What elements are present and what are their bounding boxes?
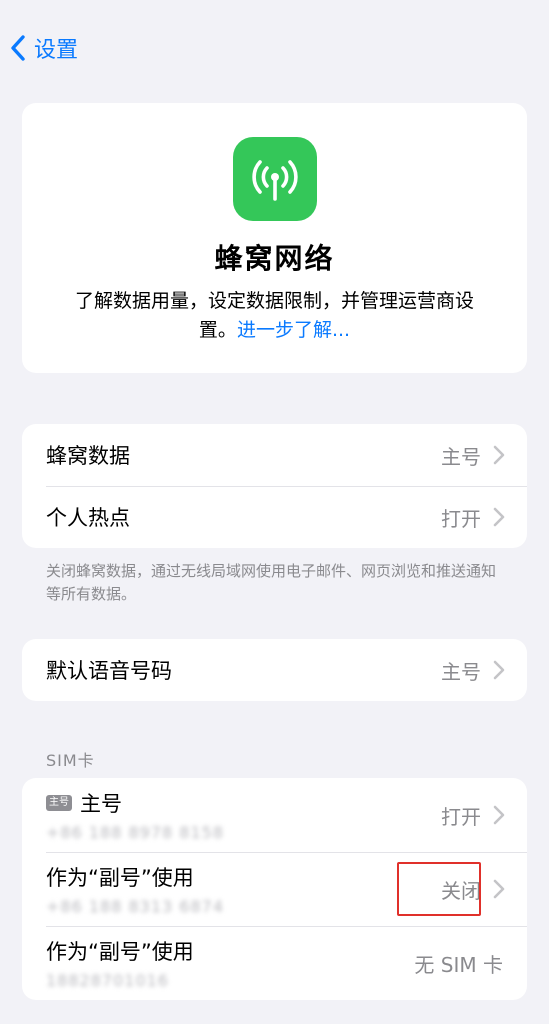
sim-text: 主号 主号 +86 188 8978 8158: [46, 788, 441, 842]
sim-text: 作为“副号”使用 18828701016: [46, 936, 414, 990]
row-value: 打开: [441, 506, 481, 531]
row-value: 主号: [441, 659, 481, 684]
sim-title-label: 作为“副号”使用: [46, 866, 194, 890]
sim-tag-badge: 主号: [46, 795, 72, 811]
highlight-annotation-box: [397, 862, 481, 916]
personal-hotspot-row[interactable]: 个人热点 打开: [22, 486, 527, 548]
sim-row-primary[interactable]: 主号 主号 +86 188 8978 8158 打开: [22, 778, 527, 852]
sim-section-header: SIM卡: [46, 751, 95, 770]
cellular-info-card: 蜂窝网络 了解数据用量，设定数据限制，并管理运营商设置。进一步了解...: [22, 103, 527, 373]
sim-number: +86 188 8978 8158: [46, 823, 224, 842]
chevron-right-icon: [493, 660, 505, 680]
sim-text: 作为“副号”使用 +86 188 8313 6874: [46, 862, 441, 916]
hero-description: 了解数据用量，设定数据限制，并管理运营商设置。进一步了解...: [62, 287, 487, 345]
sim-number: 18828701016: [46, 971, 169, 990]
row-label: 默认语音号码: [46, 659, 172, 683]
back-button[interactable]: 设置: [10, 28, 78, 68]
sim-title-label: 主号: [80, 792, 122, 816]
cellular-data-row[interactable]: 蜂窝数据 主号: [22, 424, 527, 486]
back-label: 设置: [34, 38, 79, 63]
cellular-settings-group: 蜂窝数据 主号 个人热点 打开: [22, 424, 527, 548]
sim-title: 主号 主号: [46, 788, 441, 818]
page-title: 蜂窝网络: [214, 242, 335, 275]
sim-status: 打开: [441, 804, 481, 829]
cellular-app-icon: [233, 137, 317, 221]
voice-settings-group: 默认语音号码 主号: [22, 639, 527, 701]
sim-title-label: 作为“副号”使用: [46, 940, 194, 964]
sim-number: +86 188 8313 6874: [46, 897, 224, 916]
navigation-bar: 设置: [0, 0, 549, 90]
chevron-right-icon: [493, 879, 505, 899]
sim-row-no-sim[interactable]: 作为“副号”使用 18828701016 无 SIM 卡: [22, 926, 527, 1000]
sim-status: 无 SIM 卡: [414, 952, 503, 977]
chevron-right-icon: [493, 445, 505, 465]
chevron-left-icon: [11, 35, 25, 61]
learn-more-link[interactable]: 进一步了解...: [237, 319, 350, 341]
chevron-right-icon: [493, 507, 505, 527]
row-label: 蜂窝数据: [46, 444, 130, 468]
chevron-right-icon: [493, 805, 505, 825]
antenna-icon: [252, 160, 298, 201]
row-label: 个人热点: [46, 506, 130, 530]
row-value: 主号: [441, 444, 481, 469]
default-voice-line-row[interactable]: 默认语音号码 主号: [22, 639, 527, 701]
cellular-footnote: 关闭蜂窝数据，通过无线局域网使用电子邮件、网页浏览和推送通知等所有数据。: [46, 562, 497, 603]
